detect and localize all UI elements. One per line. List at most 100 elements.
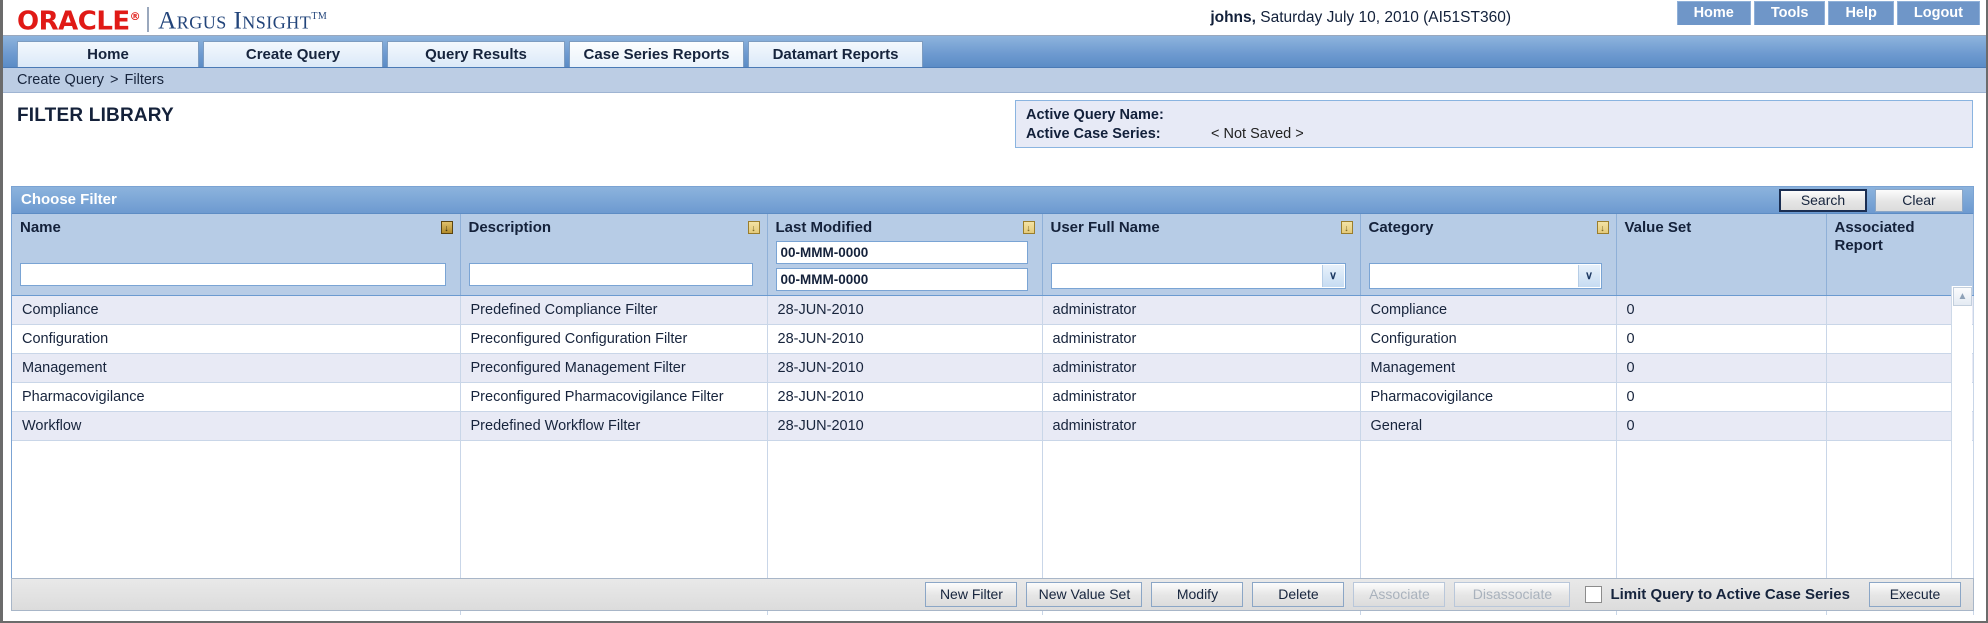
chevron-down-icon[interactable]: ∨ <box>1321 265 1344 287</box>
breadcrumb-separator: > <box>110 72 119 88</box>
cell-name: Pharmacovigilance <box>12 382 461 412</box>
trademark-mark: TM <box>311 11 328 23</box>
filter-select-category[interactable]: ∨ <box>1368 263 1602 289</box>
column-header-description[interactable]: Description ↓ <box>460 214 768 296</box>
column-label-name: Name <box>20 219 61 236</box>
clear-button[interactable]: Clear <box>1875 189 1963 212</box>
breadcrumb-current-filters: Filters <box>124 72 164 88</box>
cell-name: Configuration <box>12 324 461 354</box>
filter-table: Name ↓ Description ↓ Last Modified ↓ 00-… <box>12 214 1974 615</box>
choose-filter-title: Choose Filter <box>21 191 117 208</box>
cell-category: Compliance <box>1360 295 1617 325</box>
sort-down-icon[interactable]: ↓ <box>747 221 760 234</box>
cell-description: Preconfigured Management Filter <box>460 353 768 383</box>
search-button[interactable]: Search <box>1779 189 1867 212</box>
table-row[interactable]: Configuration Preconfigured Configuratio… <box>12 324 1974 354</box>
limit-query-checkbox-label: Limit Query to Active Case Series <box>1610 586 1850 603</box>
limit-query-checkbox-group: Limit Query to Active Case Series <box>1585 586 1850 603</box>
cell-description: Predefined Workflow Filter <box>460 411 768 441</box>
cell-value-set: 0 <box>1616 324 1827 354</box>
active-case-series-value: < Not Saved > <box>1211 126 1304 142</box>
table-row[interactable]: Compliance Predefined Compliance Filter … <box>12 295 1974 325</box>
top-nav-home[interactable]: Home <box>1676 1 1751 25</box>
new-value-set-button[interactable]: New Value Set <box>1026 582 1143 607</box>
filter-table-container: Name ↓ Description ↓ Last Modified ↓ 00-… <box>12 214 1974 615</box>
column-label-last-modified: Last Modified <box>775 219 873 236</box>
cell-user-full-name: administrator <box>1042 353 1361 383</box>
column-header-name[interactable]: Name ↓ <box>12 214 461 296</box>
table-row[interactable]: Workflow Predefined Workflow Filter 28-J… <box>12 411 1974 441</box>
column-label-category: Category <box>1368 219 1434 236</box>
brand-bar: ORACLE® Argus InsightTM johns, Saturday … <box>3 0 1986 36</box>
filter-input-description[interactable] <box>468 263 753 286</box>
column-header-associated-report: Associated Report <box>1826 214 1974 296</box>
session-date-label: Saturday July 10, 2010 (AI51ST360) <box>1255 9 1511 26</box>
column-label-associated-report: Associated Report <box>1834 219 1915 254</box>
tab-create-query[interactable]: Create Query <box>203 41 383 67</box>
limit-query-checkbox[interactable] <box>1585 586 1603 603</box>
column-header-user-full-name[interactable]: User Full Name ↓ ∨ <box>1042 214 1361 296</box>
filter-input-name[interactable] <box>20 263 446 286</box>
registered-mark: ® <box>129 10 141 23</box>
column-header-last-modified[interactable]: Last Modified ↓ <box>767 214 1043 296</box>
cell-user-full-name: administrator <box>1042 382 1361 412</box>
cell-category: Pharmacovigilance <box>1360 382 1617 412</box>
app-logo: ORACLE® Argus InsightTM <box>17 3 327 36</box>
cell-category: Management <box>1360 353 1617 383</box>
new-filter-button[interactable]: New Filter <box>925 582 1018 607</box>
top-nav-help[interactable]: Help <box>1828 1 1894 25</box>
breadcrumb: Create Query > Filters <box>3 68 1986 93</box>
top-nav-tools[interactable]: Tools <box>1753 1 1826 25</box>
product-name: Argus InsightTM <box>158 7 328 35</box>
filter-input-last-modified-from[interactable] <box>775 241 1028 264</box>
tab-query-results[interactable]: Query Results <box>387 41 565 67</box>
cell-value-set: 0 <box>1616 382 1827 412</box>
cell-last-modified: 28-JUN-2010 <box>767 411 1043 441</box>
sort-down-icon[interactable]: ↓ <box>1022 221 1035 234</box>
active-query-name-row: Active Query Name: <box>1026 106 1972 125</box>
choose-filter-panel: Choose Filter Search Clear Name ↓ Descri… <box>11 186 1974 615</box>
chevron-down-icon[interactable]: ∨ <box>1577 265 1600 287</box>
page-title: FILTER LIBRARY <box>17 105 174 126</box>
main-tab-bar: Home Create Query Query Results Case Ser… <box>3 36 1986 68</box>
tab-case-series-reports[interactable]: Case Series Reports <box>569 41 744 67</box>
modify-button[interactable]: Modify <box>1151 582 1244 607</box>
sort-down-icon[interactable]: ↓ <box>1340 221 1353 234</box>
cell-name: Workflow <box>12 411 461 441</box>
sort-down-icon[interactable]: ↓ <box>1596 221 1609 234</box>
cell-user-full-name: administrator <box>1042 324 1361 354</box>
sort-down-icon[interactable]: ↓ <box>440 221 453 234</box>
execute-button[interactable]: Execute <box>1869 582 1961 607</box>
cell-category: General <box>1360 411 1617 441</box>
table-vertical-scrollbar[interactable]: ▲ ▼ <box>1951 286 1972 608</box>
tab-datamart-reports[interactable]: Datamart Reports <box>748 41 923 67</box>
table-row[interactable]: Pharmacovigilance Preconfigured Pharmaco… <box>12 382 1974 412</box>
breadcrumb-link-create-query[interactable]: Create Query <box>17 72 104 88</box>
delete-button[interactable]: Delete <box>1252 582 1345 607</box>
filter-table-body: Compliance Predefined Compliance Filter … <box>12 295 1974 615</box>
filter-input-last-modified-to[interactable] <box>775 268 1028 291</box>
table-row[interactable]: Management Preconfigured Management Filt… <box>12 353 1974 383</box>
cell-name: Management <box>12 353 461 383</box>
cell-value-set: 0 <box>1616 295 1827 325</box>
cell-last-modified: 28-JUN-2010 <box>767 353 1043 383</box>
cell-category: Configuration <box>1360 324 1617 354</box>
cell-user-full-name: administrator <box>1042 411 1361 441</box>
session-info: johns, Saturday July 10, 2010 (AI51ST360… <box>1210 9 1511 27</box>
panel-header-actions: Search Clear <box>1779 189 1963 212</box>
column-header-value-set: Value Set <box>1616 214 1827 296</box>
cell-user-full-name: administrator <box>1042 295 1361 325</box>
tab-home[interactable]: Home <box>17 41 199 67</box>
page-title-row: FILTER LIBRARY Active Query Name: Active… <box>3 93 1986 156</box>
associate-button: Associate <box>1353 582 1446 607</box>
cell-description: Preconfigured Pharmacovigilance Filter <box>460 382 768 412</box>
action-toolbar: New Filter New Value Set Modify Delete A… <box>11 578 1974 611</box>
top-nav-logout[interactable]: Logout <box>1896 1 1980 25</box>
cell-description: Predefined Compliance Filter <box>460 295 768 325</box>
oracle-wordmark: ORACLE® <box>17 6 141 37</box>
cell-last-modified: 28-JUN-2010 <box>767 295 1043 325</box>
scroll-up-icon[interactable]: ▲ <box>1953 287 1972 306</box>
active-query-name-label: Active Query Name: <box>1026 107 1164 123</box>
filter-select-user-full-name[interactable]: ∨ <box>1050 263 1346 289</box>
column-header-category[interactable]: Category ↓ ∨ <box>1360 214 1617 296</box>
